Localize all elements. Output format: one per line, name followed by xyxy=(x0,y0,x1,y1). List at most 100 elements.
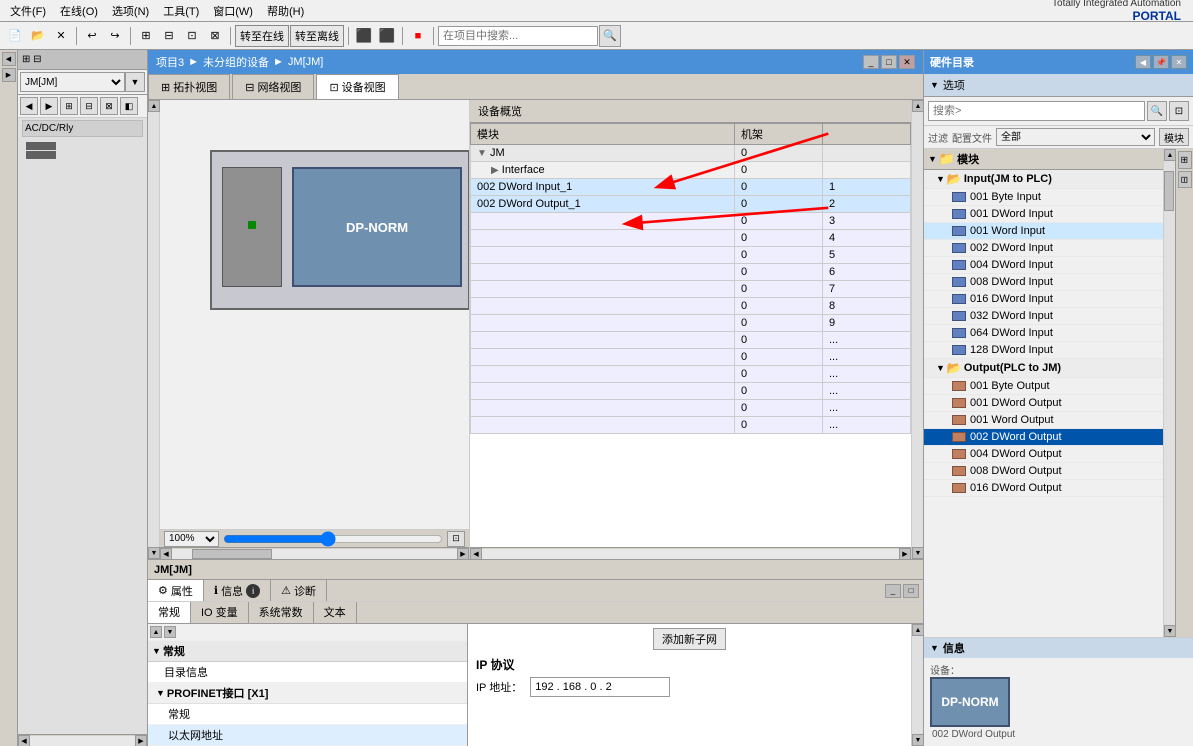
tab-network[interactable]: ⊟ 网络视图 xyxy=(232,74,314,99)
nav-btn4[interactable]: ⊟ xyxy=(80,97,98,115)
table-row[interactable]: 0 7 xyxy=(471,281,911,298)
menu-window[interactable]: 窗口(W) xyxy=(207,1,259,21)
nav-btn5[interactable]: ⊠ xyxy=(100,97,118,115)
status-tab-info[interactable]: ℹ 信息 i xyxy=(204,580,271,601)
table-hscroll-left[interactable]: ◀ xyxy=(470,548,482,560)
table-row[interactable]: 0 ... xyxy=(471,400,911,417)
left-strip-btn1[interactable]: ◀ xyxy=(2,52,16,66)
toolbar-redo[interactable]: ↪ xyxy=(104,25,126,47)
nav-btn1[interactable]: ◀ xyxy=(20,97,38,115)
tab-topology[interactable]: ⊞ 拓扑视图 xyxy=(148,74,230,99)
device-selector-btn[interactable]: ▼ xyxy=(125,72,145,92)
toolbar-btn3[interactable]: ⊡ xyxy=(181,25,203,47)
nav-btn3[interactable]: ⊞ xyxy=(60,97,78,115)
catalog-search-btn1[interactable]: 🔍 xyxy=(1147,101,1167,121)
left-hscroll-right[interactable]: ▶ xyxy=(135,735,147,746)
status-minimize[interactable]: _ xyxy=(885,584,901,598)
toolbar-close[interactable]: ✕ xyxy=(50,25,72,47)
catalog-collapse[interactable]: ◀ xyxy=(1135,55,1151,69)
ip-input[interactable] xyxy=(530,677,670,697)
add-subnet-btn[interactable]: 添加新子网 xyxy=(653,628,726,650)
device-overview-tab[interactable]: 设备概览 xyxy=(470,100,911,123)
prop-item-general2[interactable]: 常规 xyxy=(148,704,467,725)
catalog-item-002-dword-input[interactable]: 002 DWord Input xyxy=(924,240,1163,257)
vscroll-up[interactable]: ▲ xyxy=(148,100,160,112)
table-row[interactable]: 0 ... xyxy=(471,366,911,383)
nav-collapse[interactable]: ◧ xyxy=(120,97,138,115)
menu-file[interactable]: 文件(F) xyxy=(4,1,52,21)
catalog-item-008-dword-output[interactable]: 008 DWord Output xyxy=(924,463,1163,480)
zoom-slider[interactable] xyxy=(223,533,443,545)
filter-select[interactable]: 全部 xyxy=(996,128,1155,146)
toolbar-btn5[interactable]: ⬛ xyxy=(353,25,375,47)
canvas-hscroll-left[interactable]: ◀ xyxy=(160,548,172,560)
bottom-tab-text[interactable]: 文本 xyxy=(314,602,357,623)
catalog-item-001-word-input[interactable]: 001 Word Input xyxy=(924,223,1163,240)
prop-item-catalog[interactable]: 目录信息 xyxy=(148,662,467,683)
table-row[interactable]: 0 5 xyxy=(471,247,911,264)
catalog-search[interactable] xyxy=(928,101,1145,121)
left-strip-btn2[interactable]: ▶ xyxy=(2,68,16,82)
bottom-tab-general[interactable]: 常规 xyxy=(148,602,191,623)
search-input[interactable] xyxy=(438,26,598,46)
catalog-item-001-word-output[interactable]: 001 Word Output xyxy=(924,412,1163,429)
toolbar-btn6[interactable]: ⬛ xyxy=(376,25,398,47)
catalog-item-001-dword-output[interactable]: 001 DWord Output xyxy=(924,395,1163,412)
catalog-close[interactable]: ✕ xyxy=(1171,55,1187,69)
menu-online[interactable]: 在线(O) xyxy=(54,1,104,21)
tab-device-view[interactable]: ⊡ 设备视图 xyxy=(316,74,398,99)
table-row[interactable]: 0 ... xyxy=(471,383,911,400)
titlebar-restore[interactable]: □ xyxy=(881,55,897,69)
catalog-modules-header[interactable]: ▼ 📁 模块 xyxy=(924,149,1163,170)
toolbar-new[interactable]: 📄 xyxy=(4,25,26,47)
search-button[interactable]: 🔍 xyxy=(599,25,621,47)
table-row[interactable]: 0 ... xyxy=(471,349,911,366)
titlebar-close[interactable]: ✕ xyxy=(899,55,915,69)
status-tab-diag[interactable]: ⚠ 诊断 xyxy=(271,580,327,601)
toolbar-undo[interactable]: ↩ xyxy=(81,25,103,47)
options-header[interactable]: ▼ 选项 xyxy=(924,74,1193,97)
table-row[interactable]: 0 4 xyxy=(471,230,911,247)
vscroll-down[interactable]: ▼ xyxy=(148,547,160,559)
zoom-select[interactable]: 100% xyxy=(164,531,219,547)
bottom-tab-sysconst[interactable]: 系统常数 xyxy=(249,602,314,623)
catalog-search-btn2[interactable]: ⊡ xyxy=(1169,101,1189,121)
catalog-item-008-dword-input[interactable]: 008 DWord Input xyxy=(924,274,1163,291)
vtab2[interactable]: ⊟ xyxy=(1178,171,1192,189)
toolbar-go-online[interactable]: 转至在线 xyxy=(235,25,289,47)
table-row[interactable]: 0 6 xyxy=(471,264,911,281)
toolbar-btn1[interactable]: ⊞ xyxy=(135,25,157,47)
menu-tools[interactable]: 工具(T) xyxy=(157,1,205,21)
catalog-item-004-dword-output[interactable]: 004 DWord Output xyxy=(924,446,1163,463)
catalog-item-016-dword-input[interactable]: 016 DWord Input xyxy=(924,291,1163,308)
breadcrumb-project[interactable]: 项目3 xyxy=(156,54,184,70)
catalog-item-001-byte-input[interactable]: 001 Byte Input xyxy=(924,189,1163,206)
catalog-item-064-dword-input[interactable]: 064 DWord Input xyxy=(924,325,1163,342)
tree-scroll-up[interactable]: ▲ xyxy=(150,626,162,638)
table-row[interactable]: ▶ Interface 0 xyxy=(471,162,911,179)
breadcrumb-device[interactable]: 未分组的设备 xyxy=(203,54,269,70)
catalog-item-001-dword-input[interactable]: 001 DWord Input xyxy=(924,206,1163,223)
table-row[interactable]: ▼ JM 0 xyxy=(471,145,911,162)
status-tab-props[interactable]: ⚙ 属性 xyxy=(148,580,204,601)
toolbar-btn2[interactable]: ⊟ xyxy=(158,25,180,47)
left-hscroll-left[interactable]: ◀ xyxy=(18,735,30,746)
tree-scroll-down[interactable]: ▼ xyxy=(164,626,176,638)
toolbar-btn4[interactable]: ⊠ xyxy=(204,25,226,47)
vtab1[interactable]: ⊞ xyxy=(1178,151,1192,169)
table-row[interactable]: 0 3 xyxy=(471,213,911,230)
titlebar-minimize[interactable]: _ xyxy=(863,55,879,69)
table-row-dword-output[interactable]: 002 DWord Output_1 0 2 xyxy=(471,196,911,213)
device-selector[interactable]: JM[JM] xyxy=(20,72,125,92)
catalog-pin[interactable]: 📌 xyxy=(1153,55,1169,69)
catalog-item-001-byte-output[interactable]: 001 Byte Output xyxy=(924,378,1163,395)
bottom-tab-io[interactable]: IO 变量 xyxy=(191,602,249,623)
zoom-fit[interactable]: ⊡ xyxy=(447,531,465,547)
catalog-output-group[interactable]: ▼ 📂 Output(PLC to JM) xyxy=(924,359,1163,378)
table-row[interactable]: 0 8 xyxy=(471,298,911,315)
menu-help[interactable]: 帮助(H) xyxy=(261,1,310,21)
catalog-input-group[interactable]: ▼ 📂 Input(JM to PLC) xyxy=(924,170,1163,189)
toolbar-go-offline[interactable]: 转至离线 xyxy=(290,25,344,47)
breadcrumb-jm[interactable]: JM[JM] xyxy=(288,56,323,68)
catalog-item-002-dword-output[interactable]: 002 DWord Output xyxy=(924,429,1163,446)
